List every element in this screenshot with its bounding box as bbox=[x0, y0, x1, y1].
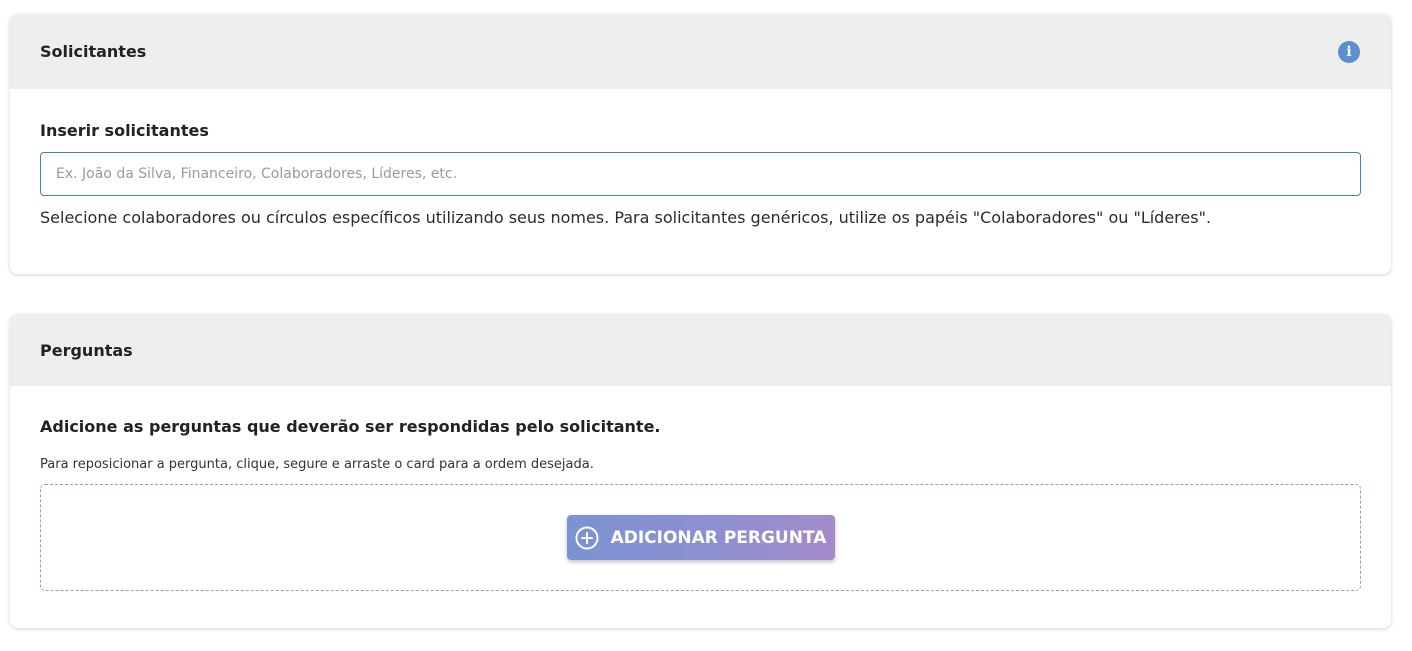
insert-requesters-label: Inserir solicitantes bbox=[40, 121, 209, 140]
info-icon[interactable]: i bbox=[1338, 40, 1360, 63]
perguntas-card: Perguntas Adicione as perguntas que deve… bbox=[10, 314, 1391, 628]
questions-heading: Adicione as perguntas que deverão ser re… bbox=[40, 417, 661, 436]
add-question-button[interactable]: ADICIONAR PERGUNTA bbox=[566, 515, 835, 560]
perguntas-card-header: Perguntas bbox=[10, 314, 1391, 386]
solicitantes-card-header: Solicitantes i bbox=[10, 14, 1391, 89]
requesters-input[interactable] bbox=[40, 152, 1361, 196]
perguntas-title: Perguntas bbox=[40, 340, 133, 360]
questions-drop-zone[interactable]: ADICIONAR PERGUNTA bbox=[40, 484, 1361, 591]
questions-hint: Para reposicionar a pergunta, clique, se… bbox=[40, 457, 594, 472]
solicitantes-title: Solicitantes bbox=[40, 42, 147, 61]
solicitantes-card: Solicitantes i Inserir solicitantes Sele… bbox=[10, 14, 1391, 274]
requesters-help-text: Selecione colaboradores ou círculos espe… bbox=[40, 208, 1212, 227]
solicitantes-card-body: Inserir solicitantes Selecione colaborad… bbox=[10, 121, 1391, 227]
plus-circle-icon bbox=[575, 526, 599, 550]
perguntas-card-body: Adicione as perguntas que deverão ser re… bbox=[10, 417, 1391, 591]
add-question-label: ADICIONAR PERGUNTA bbox=[610, 527, 827, 548]
